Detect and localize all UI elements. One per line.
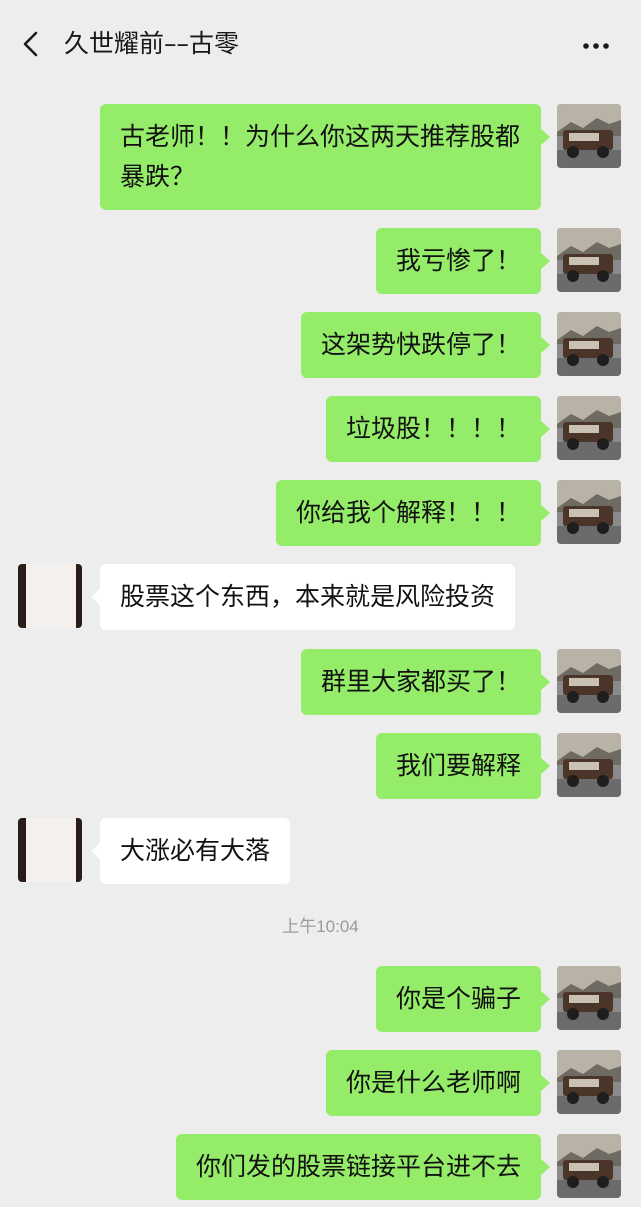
message-bubble[interactable]: 你是个骗子 (375, 966, 551, 1032)
message-bubble[interactable]: 大涨必有大落 (90, 818, 291, 884)
more-dots-icon[interactable] (576, 28, 616, 60)
message-bubble[interactable]: 古老师！！为什么你这两天推荐股都暴跌？ (100, 104, 550, 210)
message-bubble[interactable]: 这架势快跌停了！ (300, 312, 551, 378)
self-avatar[interactable] (557, 733, 621, 797)
self-avatar[interactable] (557, 1134, 621, 1198)
self-avatar[interactable] (557, 396, 621, 460)
message-bubble[interactable]: 你是什么老师啊 (325, 1050, 551, 1116)
contact-avatar[interactable] (18, 564, 82, 628)
self-avatar[interactable] (557, 649, 621, 713)
message-bubble[interactable]: 股票这个东西，本来就是风险投资 (90, 564, 516, 630)
message-bubble[interactable]: 你给我个解释！！！ (275, 480, 551, 546)
chat-title: 久世耀前––古零 (64, 29, 240, 58)
message-bubble[interactable]: 群里大家都买了！ (300, 649, 551, 715)
self-avatar[interactable] (557, 480, 621, 544)
self-avatar[interactable] (557, 104, 621, 168)
self-avatar[interactable] (557, 312, 621, 376)
message-bubble[interactable]: 我亏惨了！ (375, 228, 551, 294)
self-avatar[interactable] (557, 228, 621, 292)
chat-header: 久世耀前––古零 (0, 0, 641, 88)
self-avatar[interactable] (557, 1050, 621, 1114)
message-bubble[interactable]: 垃圾股！！！！ (325, 396, 551, 462)
contact-avatar[interactable] (18, 818, 82, 882)
message-bubble[interactable]: 你们发的股票链接平台进不去 (175, 1134, 551, 1200)
self-avatar[interactable] (557, 966, 621, 1030)
message-bubble[interactable]: 我们要解释 (375, 733, 551, 799)
back-chevron-icon[interactable] (18, 28, 48, 60)
chat-timestamp: 上午10:04 (282, 917, 359, 936)
